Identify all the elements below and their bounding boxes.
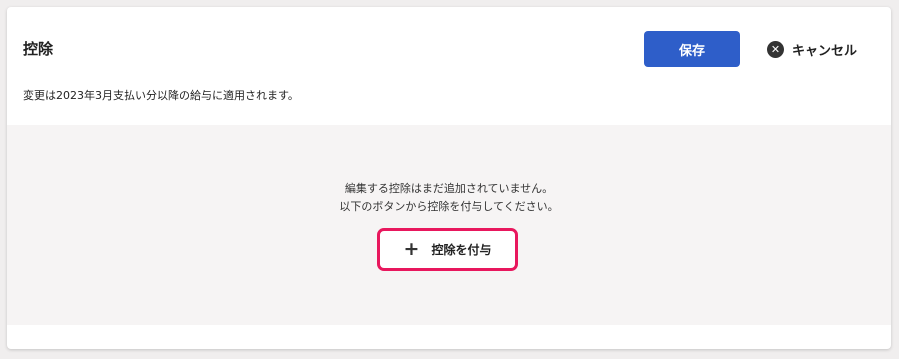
empty-message-line-1: 編集する控除はまだ追加されていません。 [344, 182, 554, 195]
empty-state-message: 編集する控除はまだ追加されていません。 以下のボタンから控除を付与してください。 [7, 180, 891, 216]
add-deduction-button[interactable]: + 控除を付与 [380, 231, 515, 268]
save-button[interactable]: 保存 [644, 31, 740, 67]
page-title: 控除 [23, 40, 54, 58]
effective-date-note: 変更は2023年3月支払い分以降の給与に適用されます。 [23, 89, 299, 102]
add-deduction-label: 控除を付与 [431, 243, 492, 257]
empty-state-area: 編集する控除はまだ追加されていません。 以下のボタンから控除を付与してください。… [7, 125, 891, 325]
cancel-button[interactable]: ✕ キャンセル [767, 35, 857, 63]
plus-icon: + [403, 238, 420, 260]
panel-header: 控除 保存 ✕ キャンセル 変更は2023年3月支払い分以降の給与に適用されます… [7, 7, 891, 125]
deduction-panel: 控除 保存 ✕ キャンセル 変更は2023年3月支払い分以降の給与に適用されます… [7, 7, 891, 349]
empty-message-line-2: 以下のボタンから控除を付与してください。 [339, 200, 559, 213]
cancel-label: キャンセル [792, 43, 858, 59]
close-circle-icon: ✕ [767, 40, 784, 58]
add-deduction-highlight: + 控除を付与 [377, 228, 518, 271]
